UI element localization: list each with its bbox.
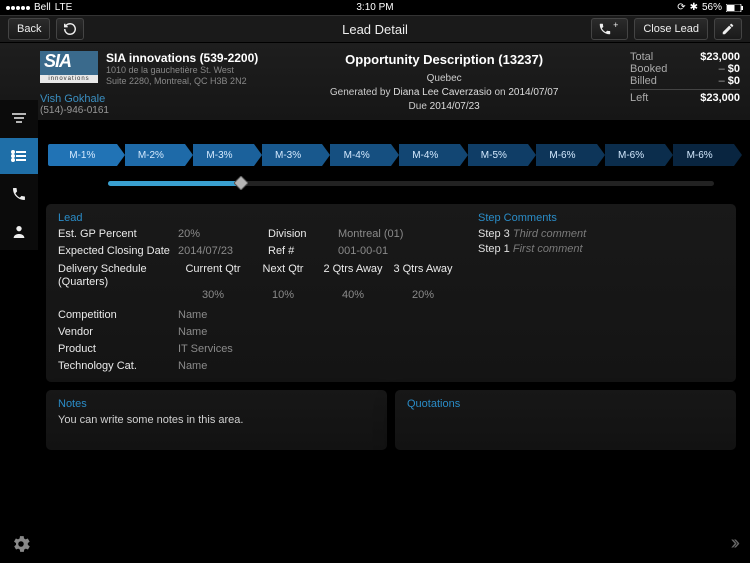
stage-6[interactable]: M-5% xyxy=(460,144,529,166)
company-logo xyxy=(40,51,98,83)
q-head-3: 3 Qtrs Away xyxy=(388,263,458,289)
billed-label: Billed xyxy=(630,75,657,87)
booked-label: Booked xyxy=(630,63,667,75)
comment-row: Step 1 First comment xyxy=(478,243,724,255)
sidebar-user[interactable] xyxy=(0,214,38,250)
battery-icon xyxy=(726,4,744,12)
lead-section-head: Lead xyxy=(58,212,458,224)
sidebar-filter[interactable] xyxy=(0,100,38,136)
network-label: LTE xyxy=(55,2,73,13)
orientation-lock-icon: ⟳ xyxy=(677,2,685,13)
stage-2[interactable]: M-3% xyxy=(185,144,254,166)
company-name: SIA innovations (539-2200) xyxy=(106,51,258,65)
company-address-1: 1010 de la gauchetière St. West xyxy=(106,65,258,76)
q-val-2: 40% xyxy=(318,289,388,301)
booked-val: $0 xyxy=(728,63,740,75)
q-head-1: Next Qtr xyxy=(248,263,318,289)
battery-percent: 56% xyxy=(702,2,722,13)
q-val-1: 10% xyxy=(248,289,318,301)
stage-9[interactable]: M-6% xyxy=(665,144,734,166)
sidebar-list[interactable] xyxy=(0,138,38,174)
closing-val: 2014/07/23 xyxy=(178,245,268,257)
refresh-button[interactable] xyxy=(56,18,84,40)
vendor-val: Name xyxy=(178,326,458,338)
q-val-0: 30% xyxy=(178,289,248,301)
back-button[interactable]: Back xyxy=(8,18,50,40)
status-time: 3:10 PM xyxy=(356,2,393,13)
signal-icon xyxy=(6,6,30,10)
q-val-3: 20% xyxy=(388,289,458,301)
due-date: 2014/07/23 xyxy=(430,101,480,112)
comments-section-head: Step Comments xyxy=(478,212,724,224)
techcat-val: Name xyxy=(178,360,458,372)
competition-label: Competition xyxy=(58,309,178,321)
division-val: Montreal (01) xyxy=(338,228,458,240)
opportunity-title: Opportunity Description (13237) xyxy=(270,51,618,69)
stage-7[interactable]: M-6% xyxy=(528,144,597,166)
division-label: Division xyxy=(268,228,338,240)
notes-panel[interactable]: Notes You can write some notes in this a… xyxy=(46,390,387,450)
stage-chevron-strip: M-1%M-2%M-3%M-3%M-4%M-4%M-5%M-6%M-6%M-6% xyxy=(48,144,734,166)
company-address-2: Suite 2280, Montreal, QC H3B 2N2 xyxy=(106,76,258,87)
notes-head: Notes xyxy=(58,398,375,410)
contact-phone: (514)-946-0161 xyxy=(40,105,258,116)
notes-body: You can write some notes in this area. xyxy=(58,414,375,426)
product-val: IT Services xyxy=(178,343,458,355)
sidebar-call[interactable] xyxy=(0,176,38,212)
stage-1[interactable]: M-2% xyxy=(117,144,186,166)
est-gp-label: Est. GP Percent xyxy=(58,228,178,240)
due-prefix: Due xyxy=(409,101,427,112)
topbar: Back Lead Detail + Close Lead xyxy=(0,15,750,43)
next-button[interactable]: ›› xyxy=(723,528,744,559)
ref-label: Ref # xyxy=(268,245,338,257)
status-bar: Bell LTE 3:10 PM ⟳ ✱ 56% xyxy=(0,0,750,15)
left-val: $23,000 xyxy=(700,92,740,104)
ref-val: 001-00-01 xyxy=(338,245,458,257)
closing-label: Expected Closing Date xyxy=(58,245,178,257)
close-lead-button[interactable]: Close Lead xyxy=(634,18,708,40)
est-gp-val: 20% xyxy=(178,228,268,240)
generated-by: Diana Lee Caverzasio xyxy=(393,87,491,98)
quotations-panel[interactable]: Quotations xyxy=(395,390,736,450)
sidebar xyxy=(0,100,38,250)
progress-slider[interactable] xyxy=(108,176,714,190)
total-label: Total xyxy=(630,51,653,63)
stage-3[interactable]: M-3% xyxy=(254,144,323,166)
stage-5[interactable]: M-4% xyxy=(391,144,460,166)
stage-8[interactable]: M-6% xyxy=(597,144,666,166)
totals-block: Total$23,000 Booked– $0 Billed– $0 Left$… xyxy=(630,51,740,116)
vendor-label: Vendor xyxy=(58,326,178,338)
stage-4[interactable]: M-4% xyxy=(322,144,391,166)
q-head-0: Current Qtr xyxy=(178,263,248,289)
product-label: Product xyxy=(58,343,178,355)
header-panel: SIA innovations (539-2200) 1010 de la ga… xyxy=(0,43,750,121)
page-title: Lead Detail xyxy=(342,22,408,37)
settings-gears-button[interactable] xyxy=(6,529,36,559)
comment-row: Step 3 Third comment xyxy=(478,228,724,240)
contact-name-link[interactable]: Vish Gokhale xyxy=(40,93,258,105)
on-label: on xyxy=(494,87,505,98)
delivery-label: Delivery Schedule (Quarters) xyxy=(58,263,178,289)
edit-button[interactable] xyxy=(714,18,742,40)
carrier-label: Bell xyxy=(34,2,51,13)
call-add-button[interactable]: + xyxy=(591,18,628,40)
q-head-2: 2 Qtrs Away xyxy=(318,263,388,289)
quotations-head: Quotations xyxy=(407,398,724,410)
bluetooth-icon: ✱ xyxy=(690,2,698,13)
stage-0[interactable]: M-1% xyxy=(48,144,117,166)
total-val: $23,000 xyxy=(700,51,740,63)
billed-val: $0 xyxy=(728,75,740,87)
techcat-label: Technology Cat. xyxy=(58,360,178,372)
slider-thumb-icon[interactable] xyxy=(234,176,248,190)
generated-on: 2014/07/07 xyxy=(508,87,558,98)
left-label: Left xyxy=(630,92,648,104)
opportunity-region: Quebec xyxy=(270,72,618,86)
gen-prefix: Generated by xyxy=(330,87,391,98)
competition-val: Name xyxy=(178,309,458,321)
